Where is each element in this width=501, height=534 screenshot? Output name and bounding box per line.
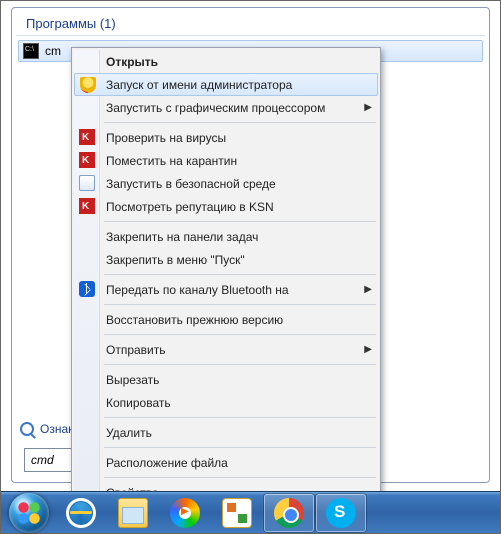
menu-separator	[104, 364, 376, 365]
menu-item-safe-run[interactable]: Запустить в безопасной среде	[74, 172, 378, 195]
media-player-icon	[170, 498, 200, 528]
context-menu: Открыть Запуск от имени администратора З…	[71, 47, 381, 507]
menu-separator	[104, 334, 376, 335]
kaspersky-icon	[79, 129, 95, 145]
menu-item-open[interactable]: Открыть	[74, 50, 378, 73]
start-button[interactable]	[9, 493, 49, 533]
see-more-label: Ознак	[40, 422, 73, 436]
taskbar-media-player[interactable]	[160, 494, 210, 532]
menu-separator	[104, 122, 376, 123]
taskbar-explorer[interactable]	[108, 494, 158, 532]
see-more-results[interactable]: Ознак	[20, 422, 73, 436]
menu-separator	[104, 221, 376, 222]
section-header-programs: Программы (1)	[16, 8, 485, 36]
taskbar-app[interactable]	[212, 494, 262, 532]
menu-item-pin-taskbar[interactable]: Закрепить на панели задач	[74, 225, 378, 248]
menu-item-run-with-gpu[interactable]: Запустить с графическим процессором ▶	[74, 96, 378, 119]
taskbar	[1, 491, 500, 533]
menu-item-send-to[interactable]: Отправить ▶	[74, 338, 378, 361]
submenu-arrow-icon: ▶	[364, 284, 372, 295]
explorer-icon	[118, 498, 148, 528]
menu-item-file-location[interactable]: Расположение файла	[74, 451, 378, 474]
menu-item-bluetooth[interactable]: Передать по каналу Bluetooth на ▶	[74, 278, 378, 301]
taskbar-ie[interactable]	[56, 494, 106, 532]
menu-item-run-as-admin[interactable]: Запуск от имени администратора	[74, 73, 378, 96]
sandbox-icon	[79, 175, 95, 191]
menu-separator	[104, 477, 376, 478]
menu-separator	[104, 304, 376, 305]
kaspersky-icon	[79, 152, 95, 168]
menu-item-restore[interactable]: Восстановить прежнюю версию	[74, 308, 378, 331]
menu-item-virus-scan[interactable]: Проверить на вирусы	[74, 126, 378, 149]
menu-item-pin-start[interactable]: Закрепить в меню "Пуск"	[74, 248, 378, 271]
menu-item-delete[interactable]: Удалить	[74, 421, 378, 444]
menu-separator	[104, 417, 376, 418]
submenu-arrow-icon: ▶	[364, 102, 372, 113]
app-icon	[222, 498, 252, 528]
uac-shield-icon	[80, 77, 96, 93]
taskbar-skype[interactable]	[316, 494, 366, 532]
submenu-arrow-icon: ▶	[364, 344, 372, 355]
menu-separator	[104, 447, 376, 448]
ie-icon	[66, 498, 96, 528]
kaspersky-icon	[79, 198, 95, 214]
bluetooth-icon	[79, 281, 95, 297]
skype-icon	[326, 498, 356, 528]
menu-item-cut[interactable]: Вырезать	[74, 368, 378, 391]
search-icon	[20, 422, 34, 436]
menu-item-copy[interactable]: Копировать	[74, 391, 378, 414]
chrome-icon	[274, 498, 304, 528]
cmd-icon	[23, 43, 39, 59]
menu-separator	[104, 274, 376, 275]
menu-item-quarantine[interactable]: Поместить на карантин	[74, 149, 378, 172]
taskbar-chrome[interactable]	[264, 494, 314, 532]
search-result-label: cm	[45, 44, 61, 58]
menu-item-ksn[interactable]: Посмотреть репутацию в KSN	[74, 195, 378, 218]
